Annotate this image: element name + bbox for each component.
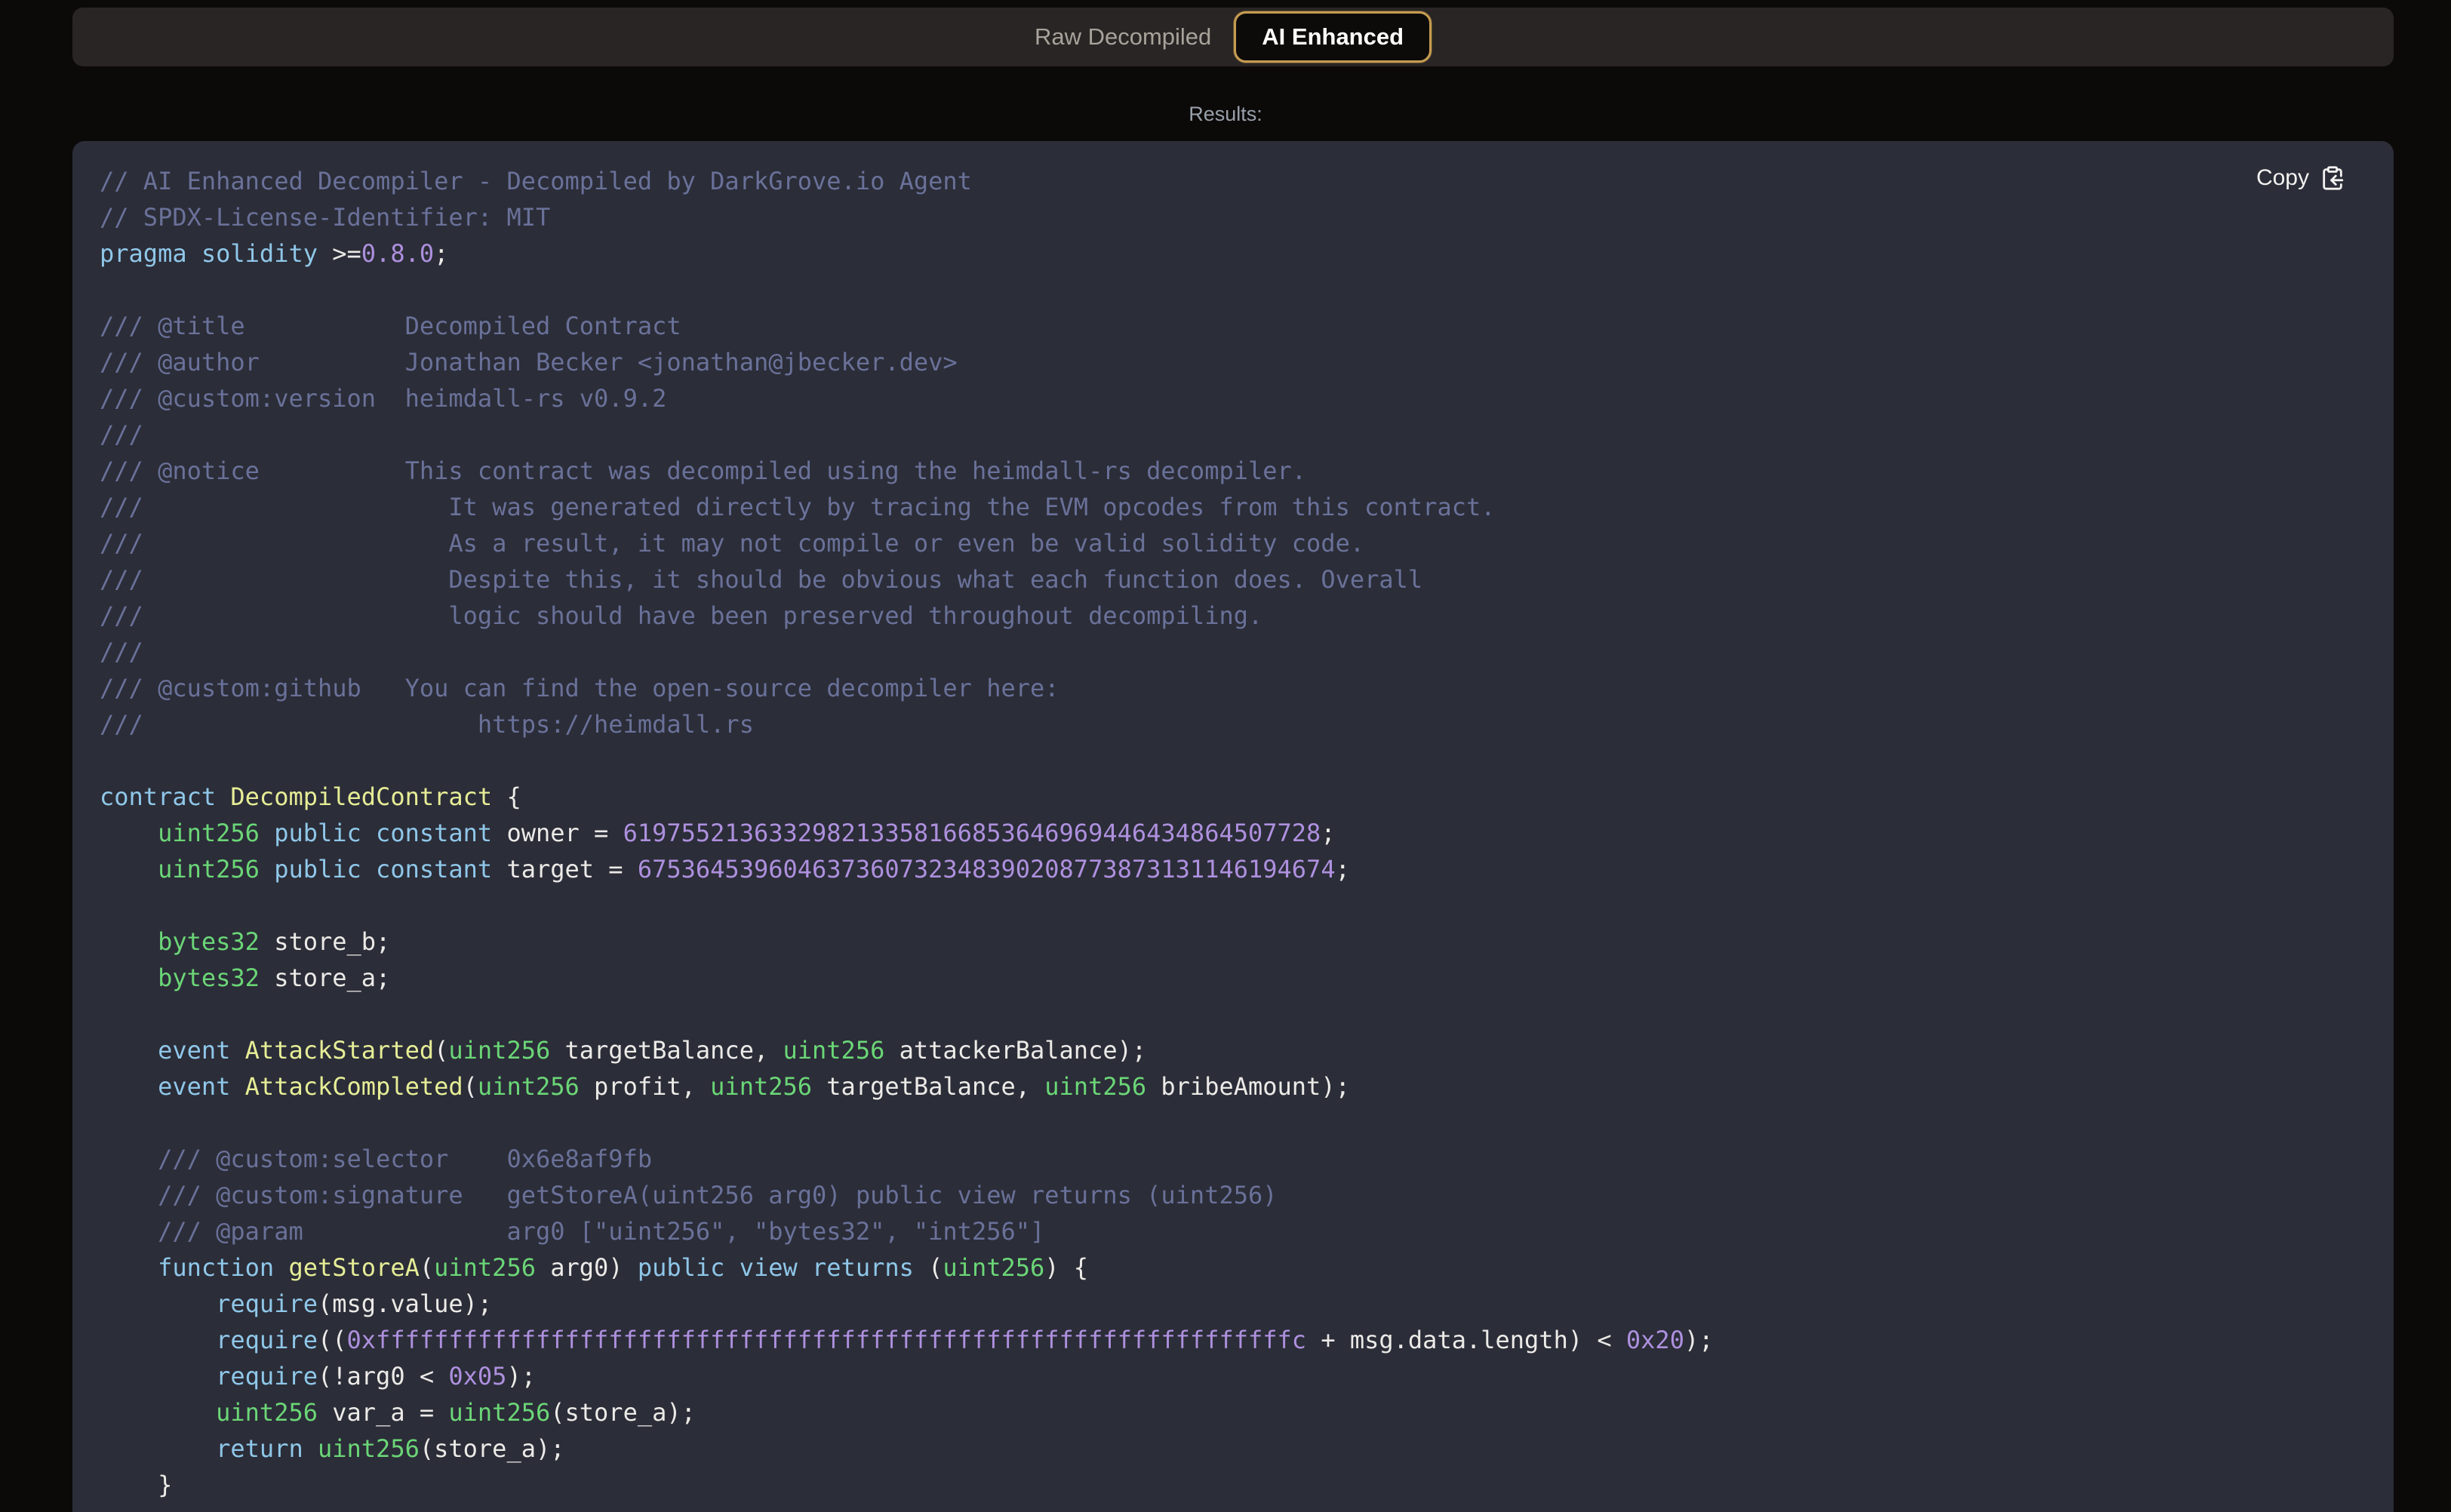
- copy-button[interactable]: Copy: [2256, 165, 2345, 191]
- code-line: require((0xfffffffffffffffffffffffffffff…: [100, 1322, 2366, 1358]
- code-line: bytes32 store_b;: [100, 923, 2366, 960]
- code-line: function getStoreA(uint256 arg0) public …: [100, 1249, 2366, 1286]
- tab-ai-enhanced[interactable]: AI Enhanced: [1234, 11, 1432, 63]
- view-toggle-bar: Raw Decompiled AI Enhanced: [72, 8, 2394, 66]
- code-line: uint256 public constant target = 6753645…: [100, 851, 2366, 887]
- code-panel: Copy // AI Enhanced Decompiler - Decompi…: [72, 141, 2394, 1512]
- clipboard-copy-icon: [2320, 165, 2345, 191]
- code-line: /// @notice This contract was decompiled…: [100, 453, 2366, 489]
- code-line: // AI Enhanced Decompiler - Decompiled b…: [100, 163, 2366, 199]
- code-line: /// @param arg0 ["uint256", "bytes32", "…: [100, 1213, 2366, 1249]
- code-line: // SPDX-License-Identifier: MIT: [100, 199, 2366, 235]
- code-line: /// logic should have been preserved thr…: [100, 598, 2366, 634]
- code-line: /// Despite this, it should be obvious w…: [100, 561, 2366, 598]
- code-line: ///: [100, 416, 2366, 453]
- code-line: [100, 272, 2366, 308]
- code-line: uint256 public constant owner = 61975521…: [100, 815, 2366, 851]
- page: Raw Decompiled AI Enhanced Results: Copy…: [0, 0, 2451, 1512]
- code-line: ///: [100, 634, 2366, 670]
- code-line: [100, 742, 2366, 779]
- code-line: /// @title Decompiled Contract: [100, 308, 2366, 344]
- code-block: // AI Enhanced Decompiler - Decompiled b…: [72, 141, 2394, 1512]
- code-line: contract DecompiledContract {: [100, 779, 2366, 815]
- code-line: [100, 887, 2366, 923]
- code-line: /// As a result, it may not compile or e…: [100, 525, 2366, 561]
- code-line: uint256 var_a = uint256(store_a);: [100, 1394, 2366, 1431]
- code-line: /// @author Jonathan Becker <jonathan@jb…: [100, 344, 2366, 380]
- code-line: event AttackStarted(uint256 targetBalanc…: [100, 1032, 2366, 1068]
- code-line: /// https://heimdall.rs: [100, 706, 2366, 742]
- code-line: /// It was generated directly by tracing…: [100, 489, 2366, 525]
- code-line: event AttackCompleted(uint256 profit, ui…: [100, 1068, 2366, 1105]
- code-line: /// @custom:signature getStoreA(uint256 …: [100, 1177, 2366, 1213]
- code-line: /// @custom:version heimdall-rs v0.9.2: [100, 380, 2366, 416]
- code-line: require(!arg0 < 0x05);: [100, 1358, 2366, 1394]
- code-line: /// @custom:selector 0x6e8af9fb: [100, 1141, 2366, 1177]
- code-line: /// @custom:github You can find the open…: [100, 670, 2366, 706]
- code-line: return uint256(store_a);: [100, 1431, 2366, 1467]
- code-line: pragma solidity >=0.8.0;: [100, 235, 2366, 272]
- code-line: }: [100, 1467, 2366, 1503]
- code-line: require(msg.value);: [100, 1286, 2366, 1322]
- tab-raw-decompiled[interactable]: Raw Decompiled: [1035, 23, 1211, 51]
- copy-button-label: Copy: [2256, 165, 2309, 191]
- code-line: [100, 1105, 2366, 1141]
- code-line: [100, 996, 2366, 1032]
- results-label: Results:: [0, 103, 2451, 126]
- code-line: bytes32 store_a;: [100, 960, 2366, 996]
